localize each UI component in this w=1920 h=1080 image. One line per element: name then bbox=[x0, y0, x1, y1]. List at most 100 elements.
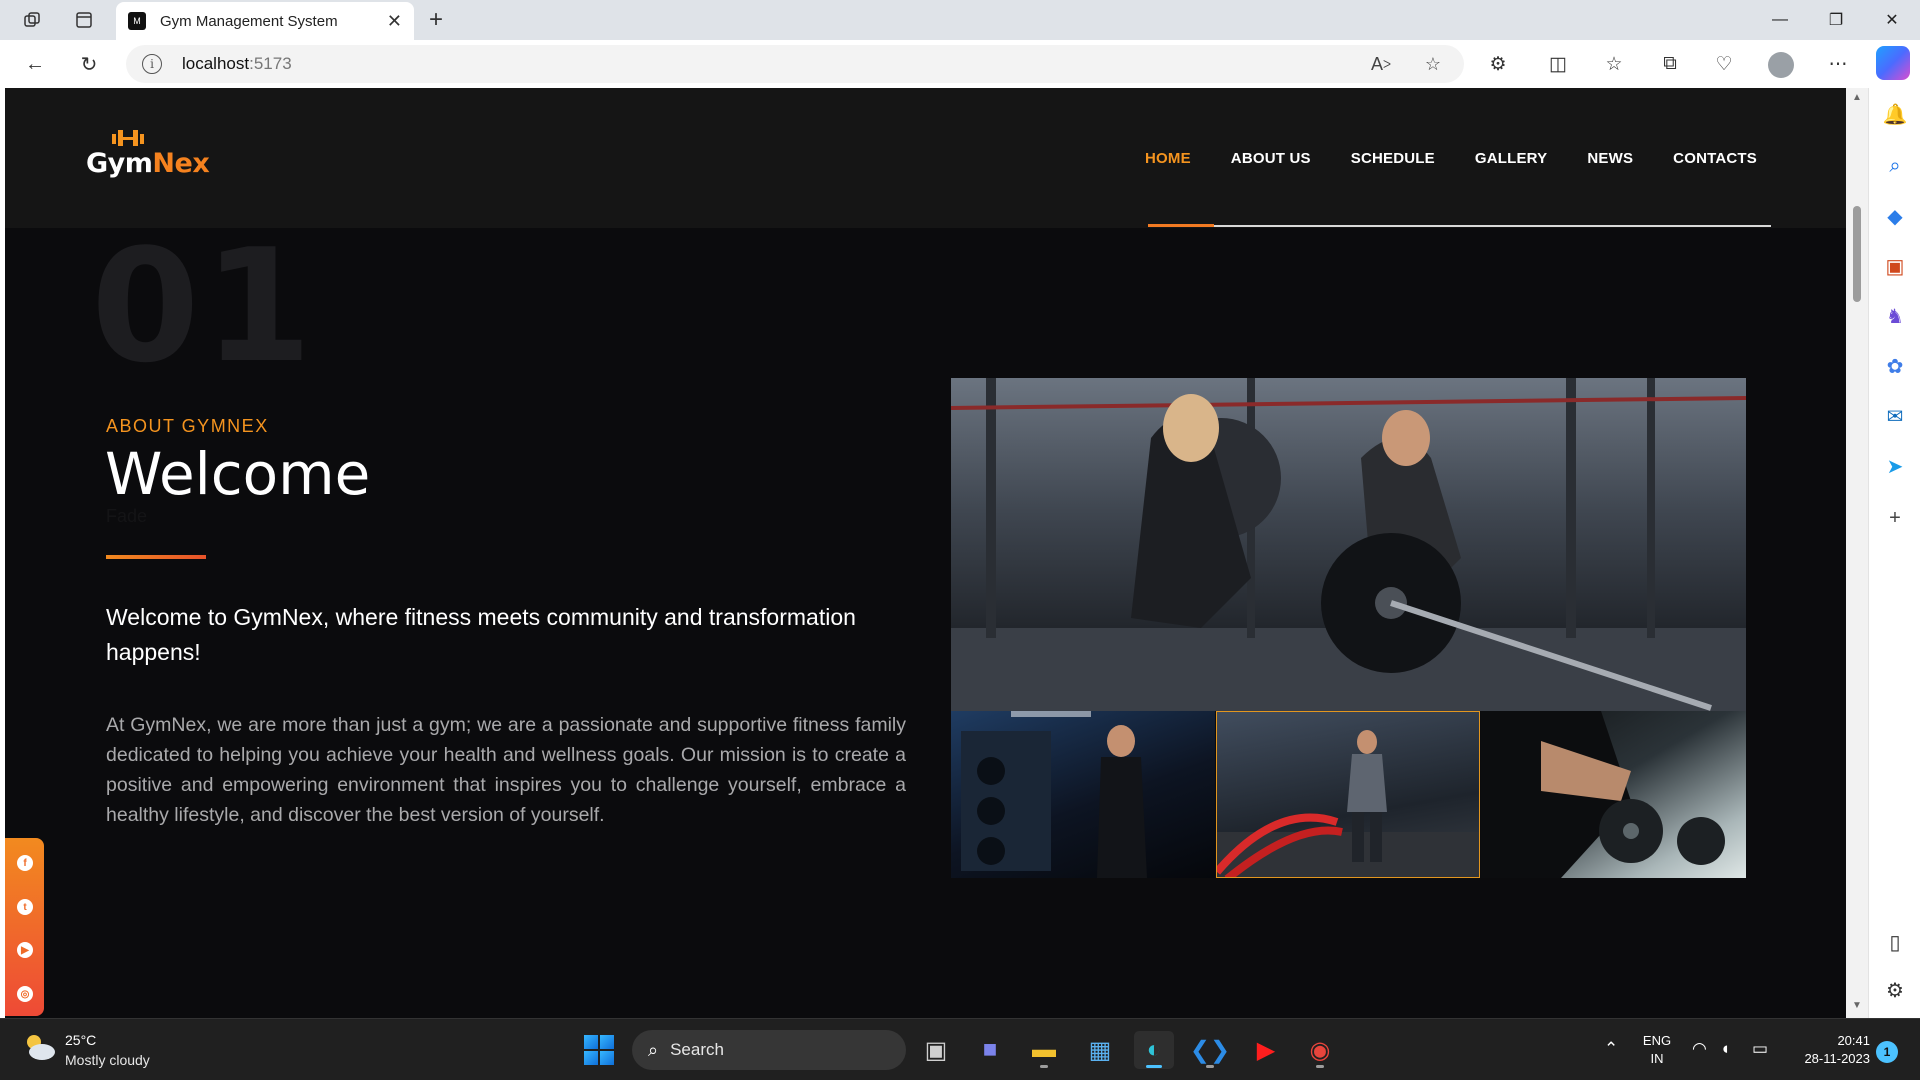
restore-icon[interactable]: ❐ bbox=[1808, 4, 1864, 36]
close-tab-icon[interactable]: ✕ bbox=[387, 11, 402, 32]
faded-subtitle: Fade bbox=[106, 506, 148, 526]
windows-taskbar: 25°C Mostly cloudy ⌕ Search ▣ ■ ▬ ▦ ◐ ❮❯… bbox=[0, 1018, 1920, 1080]
scroll-thumb[interactable] bbox=[1853, 206, 1861, 302]
minimize-icon[interactable]: — bbox=[1752, 4, 1808, 36]
youtube-icon[interactable]: ▶ bbox=[17, 942, 33, 958]
gallery-thumb[interactable] bbox=[1481, 711, 1746, 878]
search-label: Search bbox=[670, 1040, 724, 1059]
clock-time: 20:41 bbox=[1837, 1033, 1870, 1048]
browser-tab-bar: M Gym Management System ✕ + — ❐ ✕ bbox=[0, 0, 1920, 40]
twitter-icon[interactable]: t bbox=[17, 899, 33, 915]
nav-active-indicator bbox=[1148, 224, 1214, 227]
notification-badge[interactable]: 1 bbox=[1876, 1041, 1898, 1063]
send-icon[interactable]: ➤ bbox=[1879, 450, 1911, 482]
new-tab-icon[interactable]: + bbox=[420, 6, 452, 34]
split-screen-icon[interactable]: ◫ bbox=[1540, 48, 1576, 80]
collections-icon[interactable]: ⧉ bbox=[1652, 48, 1688, 80]
language-indicator[interactable]: ENG IN bbox=[1642, 1032, 1672, 1068]
main-nav: HOME ABOUT US SCHEDULE GALLERY NEWS CONT… bbox=[1105, 150, 1757, 167]
title-divider bbox=[106, 555, 206, 559]
hero-image bbox=[951, 378, 1746, 711]
dumbbell-icon bbox=[112, 130, 144, 146]
info-icon[interactable]: i bbox=[142, 54, 162, 74]
start-icon[interactable] bbox=[584, 1035, 614, 1065]
instagram-icon[interactable]: ◎ bbox=[17, 986, 33, 1002]
wifi-icon[interactable]: ◠ bbox=[1692, 1039, 1707, 1059]
clock-date: 28-11-2023 bbox=[1804, 1051, 1870, 1066]
weather-cloudy-icon[interactable] bbox=[22, 1032, 56, 1062]
gallery-thumb-selected[interactable] bbox=[1216, 711, 1480, 878]
logo-text-gym: Gym bbox=[86, 148, 153, 179]
chrome-icon[interactable]: ◉ bbox=[1300, 1031, 1340, 1069]
battery-icon[interactable]: ▭ bbox=[1752, 1039, 1768, 1059]
tab-actions-icon[interactable] bbox=[68, 6, 100, 34]
lang-code: ENG bbox=[1642, 1033, 1672, 1048]
page-viewport: GymNex HOME ABOUT US SCHEDULE GALLERY NE… bbox=[5, 88, 1846, 1018]
body-paragraph: At GymNex, we are more than just a gym; … bbox=[106, 714, 906, 826]
taskbar-search[interactable]: ⌕ Search bbox=[632, 1030, 906, 1070]
nav-gallery[interactable]: GALLERY bbox=[1475, 150, 1548, 167]
microsoft365-icon[interactable]: ✿ bbox=[1879, 350, 1911, 382]
search-icon[interactable]: ⌕ bbox=[1879, 150, 1911, 182]
nav-about-us[interactable]: ABOUT US bbox=[1231, 150, 1311, 167]
favorites-icon[interactable]: ☆ bbox=[1596, 48, 1632, 80]
section-kicker: ABOUT GYMNEX bbox=[106, 416, 269, 436]
nav-schedule[interactable]: SCHEDULE bbox=[1351, 150, 1435, 167]
nav-contacts[interactable]: CONTACTS bbox=[1673, 150, 1757, 167]
youtube-icon[interactable]: ▶ bbox=[1246, 1031, 1286, 1069]
logo-text-nex: Nex bbox=[152, 148, 210, 179]
url-port: :5173 bbox=[249, 54, 292, 73]
nav-home[interactable]: HOME bbox=[1145, 150, 1191, 167]
read-aloud-icon[interactable]: Aᐳ bbox=[1364, 47, 1398, 81]
file-explorer-icon[interactable]: ▬ bbox=[1024, 1031, 1064, 1069]
microsoft-store-icon[interactable]: ▦ bbox=[1080, 1031, 1120, 1069]
volume-icon[interactable]: ◖ bbox=[1720, 1039, 1730, 1059]
teams-chat-icon[interactable]: ■ bbox=[970, 1031, 1010, 1069]
workspaces-icon[interactable] bbox=[16, 6, 48, 34]
weather-temp: 25°C bbox=[65, 1032, 97, 1048]
url-host: localhost bbox=[182, 54, 250, 73]
site-header: GymNex HOME ABOUT US SCHEDULE GALLERY NE… bbox=[5, 88, 1846, 228]
browser-essentials-icon[interactable]: ♡ bbox=[1706, 48, 1742, 80]
vscode-icon[interactable]: ❮❯ bbox=[1190, 1031, 1230, 1069]
gallery-thumb[interactable] bbox=[951, 711, 1215, 878]
clock[interactable]: 20:41 28-11-2023 bbox=[1792, 1032, 1870, 1068]
tools-briefcase-icon[interactable]: ▣ bbox=[1879, 250, 1911, 282]
more-icon[interactable]: ⋯ bbox=[1820, 48, 1856, 80]
nav-underline bbox=[1148, 225, 1771, 227]
tab-title: Gym Management System bbox=[160, 12, 338, 30]
social-sidebar: f t ▶ ◎ bbox=[5, 838, 44, 1016]
copilot-icon[interactable] bbox=[1876, 46, 1910, 80]
games-icon[interactable]: ♞ bbox=[1879, 300, 1911, 332]
active-tab[interactable]: M Gym Management System ✕ bbox=[116, 2, 414, 40]
show-hidden-icons-icon[interactable]: ⌃ bbox=[1604, 1039, 1618, 1059]
facebook-icon[interactable]: f bbox=[17, 855, 33, 871]
task-view-icon[interactable]: ▣ bbox=[916, 1031, 956, 1069]
scroll-up-icon[interactable]: ▲ bbox=[1851, 92, 1863, 103]
refresh-icon[interactable]: ↻ bbox=[72, 48, 106, 80]
settings-icon[interactable]: ⚙ bbox=[1879, 974, 1911, 1006]
back-icon[interactable]: ← bbox=[18, 48, 52, 80]
browser-toolbar: ← ↻ i localhost:5173 Aᐳ ☆ ⚙ ◫ ☆ ⧉ ♡ ⋯ bbox=[0, 40, 1920, 88]
shopping-tag-icon[interactable]: ◆ bbox=[1879, 200, 1911, 232]
section-number: 01 bbox=[91, 215, 317, 397]
outlook-icon[interactable]: ✉ bbox=[1879, 400, 1911, 432]
extensions-icon[interactable]: ⚙ bbox=[1480, 48, 1516, 80]
nav-news[interactable]: NEWS bbox=[1587, 150, 1633, 167]
address-bar[interactable]: i localhost:5173 Aᐳ ☆ bbox=[126, 45, 1464, 83]
add-icon[interactable]: + bbox=[1879, 502, 1911, 534]
lang-region: IN bbox=[1650, 1051, 1664, 1066]
bell-icon[interactable]: 🔔 bbox=[1879, 98, 1911, 130]
scroll-down-icon[interactable]: ▼ bbox=[1851, 1000, 1863, 1011]
weather-desc: Mostly cloudy bbox=[65, 1052, 150, 1068]
page-scrollbar[interactable]: ▲ ▼ bbox=[1846, 88, 1868, 1018]
lead-paragraph: Welcome to GymNex, where fitness meets c… bbox=[106, 604, 856, 665]
edge-sidebar: 🔔 ⌕ ◆ ▣ ♞ ✿ ✉ ➤ + ▯ ⚙ bbox=[1868, 88, 1920, 1018]
close-window-icon[interactable]: ✕ bbox=[1864, 4, 1920, 36]
gymnex-logo[interactable]: GymNex bbox=[86, 128, 216, 188]
favorite-star-icon[interactable]: ☆ bbox=[1416, 47, 1450, 81]
profile-icon[interactable] bbox=[1768, 52, 1794, 78]
edge-icon[interactable]: ◐ bbox=[1134, 1031, 1174, 1069]
search-icon: ⌕ bbox=[648, 1039, 659, 1060]
sidebar-toggle-icon[interactable]: ▯ bbox=[1879, 926, 1911, 958]
